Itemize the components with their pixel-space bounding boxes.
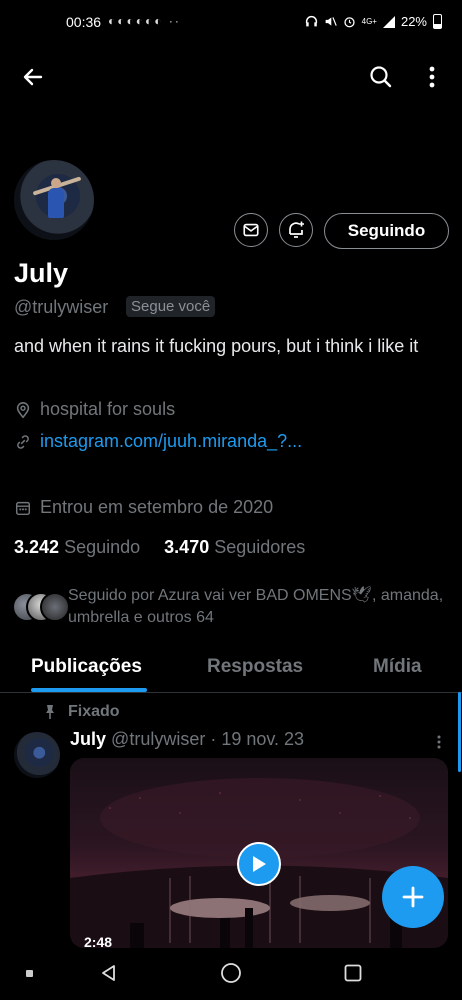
pinned-text: Fixado bbox=[68, 703, 120, 720]
link-icon bbox=[17, 434, 29, 449]
website-row[interactable]: instagram.com/juuh.miranda_?... bbox=[14, 431, 302, 452]
battery-percent: 22% bbox=[400, 14, 427, 29]
following-button[interactable]: Seguindo bbox=[324, 213, 449, 249]
location-text: hospital for souls bbox=[40, 399, 176, 419]
triangle-back-icon bbox=[102, 965, 115, 981]
post-author-handle: @trulywiser bbox=[111, 729, 206, 749]
scrollbar[interactable] bbox=[458, 692, 461, 772]
location-row: hospital for souls bbox=[14, 399, 175, 420]
notification-icons: ◐◐◐◐◐◐ ·· bbox=[108, 14, 181, 28]
more-options-button[interactable] bbox=[420, 62, 444, 92]
search-icon bbox=[370, 66, 392, 88]
followers-link[interactable]: 3.470 Seguidores bbox=[164, 537, 305, 557]
tab-publicacoes[interactable]: Publicações bbox=[31, 656, 142, 678]
circle-home-icon bbox=[221, 963, 241, 983]
message-button[interactable] bbox=[234, 213, 268, 247]
bell-plus-icon bbox=[289, 221, 304, 238]
status-time: 00:36 bbox=[66, 14, 102, 30]
tab-respostas[interactable]: Respostas bbox=[207, 656, 303, 678]
nav-recents-button[interactable] bbox=[340, 960, 366, 986]
follow-counts: 3.242 Seguindo 3.470 Seguidores bbox=[14, 537, 305, 558]
back-button[interactable] bbox=[18, 62, 48, 92]
following-link[interactable]: 3.242 Seguindo bbox=[14, 537, 140, 557]
post-date: · 19 nov. 23 bbox=[210, 729, 305, 749]
profile-avatar[interactable] bbox=[14, 160, 94, 240]
nav-home-button[interactable] bbox=[218, 960, 244, 986]
compose-button[interactable] bbox=[382, 866, 444, 928]
nav-dot bbox=[26, 970, 33, 977]
search-button[interactable] bbox=[366, 62, 396, 92]
more-vertical-icon bbox=[437, 735, 441, 749]
follower-avatar bbox=[40, 592, 70, 622]
followed-by-text[interactable]: Seguido por Azura vai ver BAD OMENS🕊, am… bbox=[68, 585, 448, 629]
battery-icon bbox=[433, 14, 442, 29]
following-count: 3.242 bbox=[14, 537, 60, 557]
more-vertical-icon bbox=[429, 66, 435, 88]
followed-by-avatars bbox=[12, 592, 70, 622]
post-header: July @trulywiser · 19 nov. 23 bbox=[70, 729, 304, 750]
network-type: 4G+ bbox=[361, 17, 377, 26]
square-recents-icon bbox=[344, 964, 362, 982]
alarm-icon bbox=[344, 17, 355, 28]
signal-icon bbox=[382, 15, 395, 28]
play-button[interactable] bbox=[237, 842, 281, 886]
plus-icon bbox=[402, 886, 424, 908]
notifications-button[interactable] bbox=[279, 213, 313, 247]
follows-you-badge: Segue você bbox=[126, 296, 216, 317]
followers-count: 3.470 bbox=[164, 537, 210, 557]
pin-icon bbox=[46, 705, 54, 719]
following-label: Seguindo bbox=[64, 537, 141, 557]
status-bar: 00:36 ◐◐◐◐◐◐ ·· 4G+ 22% bbox=[0, 0, 462, 46]
nav-back-button[interactable] bbox=[96, 960, 122, 986]
profile-name: July bbox=[14, 258, 69, 288]
arrow-left-icon bbox=[23, 68, 43, 86]
profile-bio: and when it rains it fucking pours, but … bbox=[14, 336, 419, 356]
status-right: 4G+ 22% bbox=[305, 14, 442, 29]
followers-label: Seguidores bbox=[214, 537, 306, 557]
profile-handle: @trulywiser bbox=[14, 297, 109, 317]
mute-icon bbox=[325, 17, 337, 26]
system-nav-bar bbox=[0, 948, 462, 1000]
location-pin-icon bbox=[16, 401, 30, 418]
tab-midia[interactable]: Mídia bbox=[373, 656, 422, 678]
joined-row: Entrou em setembro de 2020 bbox=[14, 497, 273, 518]
calendar-icon bbox=[15, 501, 31, 515]
profile-tabs: Publicações Respostas Mídia bbox=[0, 650, 462, 693]
active-tab-indicator bbox=[31, 688, 147, 692]
post-author-name[interactable]: July bbox=[70, 729, 106, 749]
avatar-figure-head bbox=[51, 178, 61, 188]
joined-text: Entrou em setembro de 2020 bbox=[40, 497, 274, 517]
headphones-icon bbox=[305, 15, 317, 27]
pinned-label: Fixado bbox=[42, 703, 120, 721]
website-link[interactable]: instagram.com/juuh.miranda_?... bbox=[40, 431, 302, 452]
post-author-avatar[interactable] bbox=[14, 732, 60, 778]
video-duration: 2:48 bbox=[84, 934, 113, 948]
mail-icon bbox=[243, 223, 259, 237]
play-icon bbox=[253, 856, 266, 872]
avatar-figure-body bbox=[48, 188, 64, 218]
post-more-button[interactable] bbox=[432, 732, 446, 752]
